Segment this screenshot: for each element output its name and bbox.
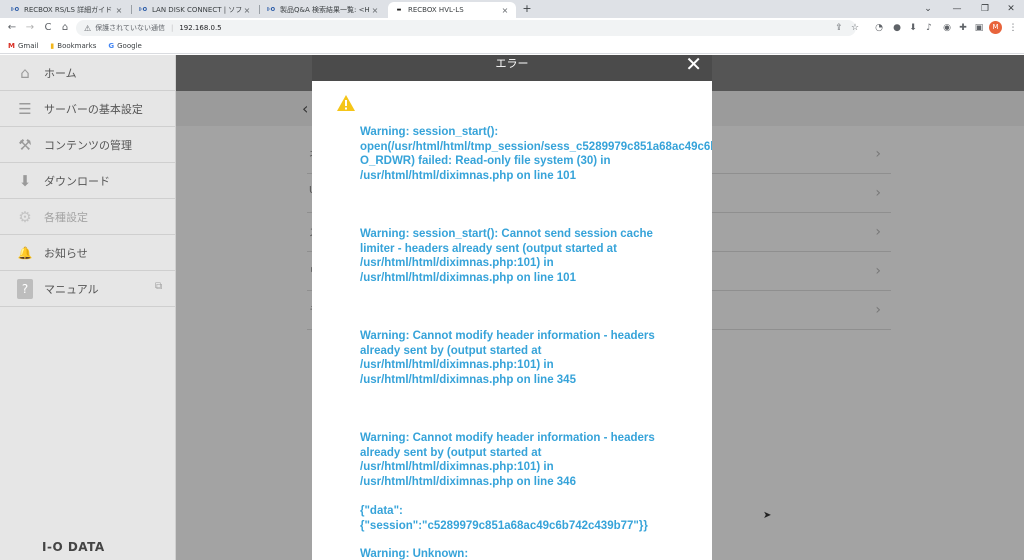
close-icon[interactable]: ✕ [685, 54, 702, 74]
close-tab-icon[interactable]: × [500, 6, 510, 15]
sidebar-item-label: 各種設定 [44, 210, 88, 224]
back-chevron-icon[interactable]: ‹ [302, 99, 308, 118]
chevron-right-icon: › [875, 302, 881, 318]
maximize-button[interactable]: ❐ [972, 1, 998, 17]
sidebar-item-content-management[interactable]: ⚒ コンテンツの管理 [0, 127, 175, 163]
browser-tab[interactable]: I·O LAN DISK CONNECT | ソフトウェア × [132, 2, 258, 18]
chevron-right-icon: › [875, 185, 881, 201]
bookmark-label: Google [117, 41, 142, 50]
bookmark-gmail[interactable]: M Gmail [8, 42, 38, 50]
chevron-right-icon: › [875, 224, 881, 240]
sidebar-item-home[interactable]: ⌂ ホーム [0, 55, 175, 91]
browser-tab-strip: I·O RECBOX RS/LS 詳細ガイド | アイ・オ × I·O LAN … [0, 0, 1024, 18]
extension-icon[interactable]: ◉ [940, 21, 954, 35]
browser-tab-active[interactable]: ▬ RECBOX HVL-LS × [388, 2, 516, 18]
tab-title: RECBOX HVL-LS [408, 6, 464, 14]
browser-tab[interactable]: I·O 製品Q&A 検索結果一覧: <HVL-L × [260, 2, 386, 18]
chevron-right-icon: › [875, 263, 881, 279]
io-data-logo: I-O DATA [42, 540, 105, 554]
close-tab-icon[interactable]: × [370, 6, 380, 15]
bookmark-google[interactable]: G Google [108, 42, 141, 50]
extension-icon[interactable]: ◔ [872, 21, 886, 35]
warning-icon [337, 95, 355, 111]
sidebar-item-notices[interactable]: 🔔 お知らせ [0, 235, 175, 271]
close-tab-icon[interactable]: × [114, 6, 124, 15]
tab-title: LAN DISK CONNECT | ソフトウェア [152, 6, 242, 14]
download-icon: ⬇ [18, 171, 32, 190]
download-extension-icon[interactable]: ⬇ [906, 21, 920, 35]
bell-icon: 🔔 [17, 245, 33, 260]
sidepanel-icon[interactable]: ▣ [972, 21, 986, 35]
tab-title: RECBOX RS/LS 詳細ガイド | アイ・オ [24, 6, 114, 14]
sidebar-item-label: マニュアル [44, 282, 99, 296]
sidebar-item-settings: ⚙ 各種設定 [0, 199, 175, 235]
sidebar-item-label: コンテンツの管理 [44, 138, 132, 152]
share-icon[interactable]: ⇪ [832, 21, 846, 35]
sidebar-item-label: サーバーの基本設定 [44, 102, 143, 116]
puzzle-icon[interactable]: ✚ [956, 21, 970, 35]
sidebar-item-download[interactable]: ⬇ ダウンロード [0, 163, 175, 199]
folder-icon: ▮ [50, 41, 55, 50]
error-message: Warning: session_start(): Cannot send se… [360, 228, 653, 284]
server-icon: ☰ [18, 99, 32, 118]
microphone-icon[interactable]: ♪ [922, 21, 936, 35]
tab-favicon-icon: I·O [10, 7, 19, 13]
profile-avatar[interactable]: M [989, 21, 1002, 34]
chevron-right-icon: › [875, 146, 881, 162]
sidebar-item-server-settings[interactable]: ☰ サーバーの基本設定 [0, 91, 175, 127]
bookmarks-bar: M Gmail ▮ Bookmarks G Google [0, 38, 1024, 54]
sidebar: ⌂ ホーム ☰ サーバーの基本設定 ⚒ コンテンツの管理 ⬇ ダウンロード ⚙ … [0, 55, 176, 560]
content-icon: ⚒ [18, 135, 32, 154]
response-json: {"data": {"session":"c5289979c851a68ac49… [360, 505, 648, 532]
dialog-title: エラー [495, 57, 529, 70]
menu-icon[interactable]: ⋮ [1006, 21, 1020, 35]
bookmark-label: Bookmarks [57, 41, 97, 50]
reload-button[interactable]: C [40, 20, 56, 36]
back-button[interactable]: ← [4, 20, 20, 36]
security-label: 保護されていない通信 [95, 24, 165, 32]
settings-icon: ⚙ [18, 207, 32, 226]
error-dialog-header: エラー ✕ [312, 54, 712, 81]
url-text: 192.168.0.5 [179, 24, 222, 32]
home-icon: ⌂ [20, 63, 30, 82]
tab-favicon-icon: I·O [138, 7, 147, 13]
address-bar[interactable]: ⚠ 保護されていない通信 | 192.168.0.5 [76, 20, 856, 36]
sidebar-item-label: ホーム [44, 66, 77, 80]
tab-title: 製品Q&A 検索結果一覧: <HVL-L [280, 6, 370, 14]
gmail-icon: M [8, 41, 15, 50]
minimize-button[interactable]: — [944, 1, 970, 17]
browser-toolbar: ← → C ⌂ ⚠ 保護されていない通信 | 192.168.0.5 ⇪ ☆ ◔… [0, 18, 1024, 38]
address-separator: | [170, 24, 174, 32]
external-link-icon[interactable]: ⧉ [155, 281, 169, 295]
error-dialog-body: Warning: session_start(): open(/usr/html… [312, 81, 712, 560]
google-icon: G [108, 41, 115, 50]
sidebar-item-label: ダウンロード [44, 174, 110, 188]
bookmark-star-icon[interactable]: ☆ [848, 21, 862, 35]
error-message: Warning: Unknown: [360, 548, 469, 560]
manual-icon: ? [17, 278, 33, 299]
error-message: Warning: session_start(): open(/usr/html… [360, 126, 712, 182]
bookmark-folder[interactable]: ▮ Bookmarks [50, 42, 96, 50]
extension-icon[interactable]: ● [890, 21, 904, 35]
mouse-cursor-icon: ➤ [763, 510, 772, 521]
not-secure-icon[interactable]: ⚠ [84, 24, 91, 33]
forward-button[interactable]: → [22, 20, 38, 36]
tab-search-icon[interactable]: ⌄ [915, 1, 941, 17]
home-button[interactable]: ⌂ [57, 20, 73, 36]
tab-favicon-icon: I·O [266, 7, 275, 13]
sidebar-item-label: お知らせ [44, 246, 88, 260]
sidebar-item-manual[interactable]: ? マニュアル ⧉ [0, 271, 175, 307]
tab-favicon-icon: ▬ [396, 7, 402, 13]
error-message: Warning: Cannot modify header informatio… [360, 330, 655, 386]
close-tab-icon[interactable]: × [242, 6, 252, 15]
new-tab-button[interactable]: + [520, 2, 534, 16]
bookmark-label: Gmail [17, 41, 39, 50]
error-message: Warning: Cannot modify header informatio… [360, 432, 655, 488]
window-close-button[interactable]: ✕ [998, 1, 1024, 17]
browser-tab[interactable]: I·O RECBOX RS/LS 詳細ガイド | アイ・オ × [4, 2, 130, 18]
